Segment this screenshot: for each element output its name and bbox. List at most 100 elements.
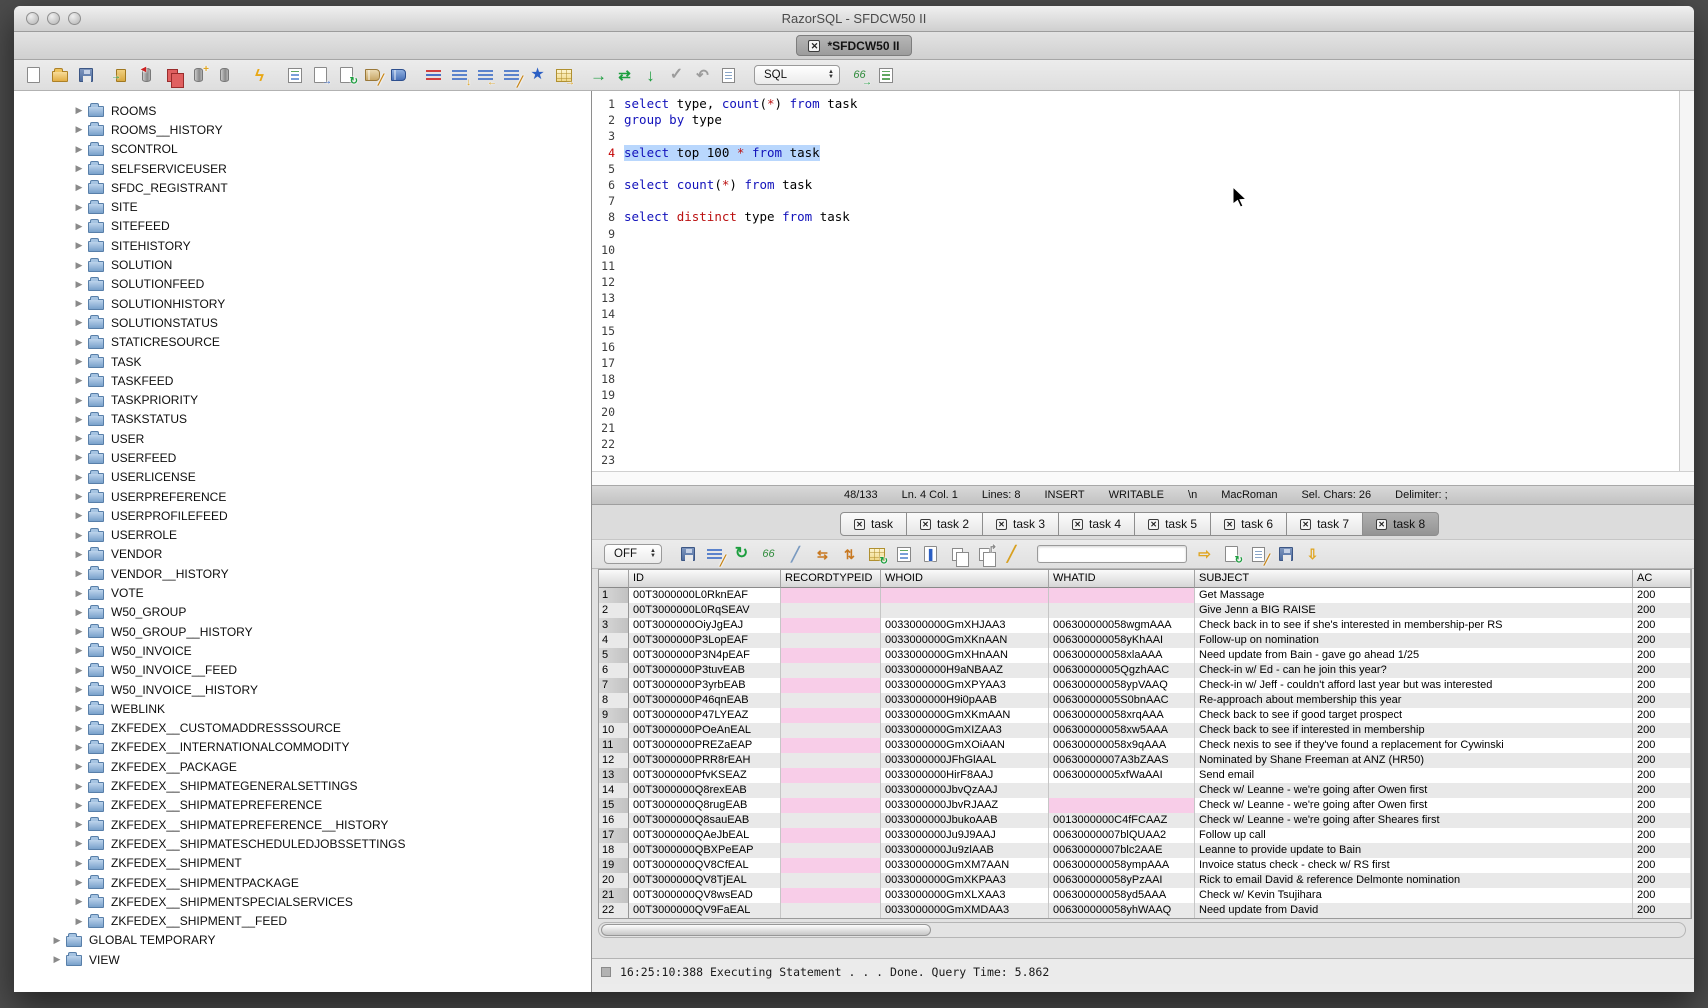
expand-triangle-icon[interactable]: ▶ <box>72 530 86 541</box>
data-cell[interactable] <box>881 603 1049 618</box>
tree-item-rooms[interactable]: ▶ROOMS <box>14 101 591 120</box>
data-cell[interactable] <box>781 723 881 738</box>
fetch-grid-icon[interactable]: ⇩ <box>1303 545 1322 564</box>
open-file-icon[interactable] <box>50 66 69 85</box>
tree-item-solutionstatus[interactable]: ▶SOLUTIONSTATUS <box>14 313 591 332</box>
data-cell[interactable]: 200 <box>1633 738 1691 753</box>
data-cell[interactable]: 0033000000GmXKPAA3 <box>881 873 1049 888</box>
expand-triangle-icon[interactable]: ▶ <box>72 703 86 714</box>
expand-triangle-icon[interactable]: ▶ <box>72 896 86 907</box>
tree-item-taskfeed[interactable]: ▶TASKFEED <box>14 371 591 390</box>
tree-item-zkfedex-shipment-feed[interactable]: ▶ZKFEDEX__SHIPMENT__FEED <box>14 911 591 930</box>
expand-triangle-icon[interactable]: ▶ <box>72 221 86 232</box>
data-cell[interactable]: 006300000058xrqAAA <box>1049 708 1195 723</box>
expand-triangle-icon[interactable]: ▶ <box>72 298 86 309</box>
data-cell[interactable]: 00T3000000Q8rugEAB <box>629 798 781 813</box>
column-header-id[interactable]: ID <box>629 570 781 588</box>
data-cell[interactable]: 00630000005QgzhAAC <box>1049 663 1195 678</box>
row-number-cell[interactable]: 3 <box>599 618 629 633</box>
sql-editor[interactable]: 1select type, count(*) from task2group b… <box>592 91 1694 471</box>
data-cell[interactable] <box>781 678 881 693</box>
row-number-cell[interactable]: 14 <box>599 783 629 798</box>
expand-triangle-icon[interactable]: ▶ <box>72 163 86 174</box>
data-cell[interactable]: Check w/ Kevin Tsujihara <box>1195 888 1633 903</box>
column-header-whoid[interactable]: WHOID <box>881 570 1049 588</box>
tree-item-view[interactable]: ▶VIEW <box>14 950 591 969</box>
tree-item-task[interactable]: ▶TASK <box>14 352 591 371</box>
editor-line[interactable]: 23 <box>596 452 1678 468</box>
data-cell[interactable] <box>781 663 881 678</box>
expand-triangle-icon[interactable]: ▶ <box>50 935 64 946</box>
reference-book-icon[interactable] <box>389 66 408 85</box>
save-file-icon[interactable] <box>76 66 95 85</box>
data-cell[interactable]: 0033000000Ju9J9AAJ <box>881 828 1049 843</box>
favorites-star-icon[interactable]: ★ <box>528 66 547 85</box>
tree-item-zkfedex-shipmatescheduledjobssettings[interactable]: ▶ZKFEDEX__SHIPMATESCHEDULEDJOBSSETTINGS <box>14 834 591 853</box>
options-list-icon[interactable] <box>285 66 304 85</box>
edit-data-icon[interactable]: ╱ <box>786 545 805 564</box>
data-cell[interactable]: 200 <box>1633 633 1691 648</box>
tree-item-solution[interactable]: ▶SOLUTION <box>14 255 591 274</box>
export-results-icon[interactable]: ↻ <box>1222 545 1241 564</box>
data-cell[interactable]: 00T3000000QV9FaEAL <box>629 903 781 918</box>
data-cell[interactable]: 00T3000000P3LopEAF <box>629 633 781 648</box>
table-row[interactable]: 500T3000000P3N4pEAF0033000000GmXHnAAN006… <box>599 648 1691 663</box>
row-number-cell[interactable]: 19 <box>599 858 629 873</box>
move-left-icon[interactable]: ← <box>476 66 495 85</box>
data-cell[interactable]: 00T3000000P3yrbEAB <box>629 678 781 693</box>
row-number-cell[interactable]: 15 <box>599 798 629 813</box>
data-cell[interactable] <box>781 813 881 828</box>
expand-triangle-icon[interactable]: ▶ <box>72 317 86 328</box>
data-cell[interactable]: 00T3000000QV8CfEAL <box>629 858 781 873</box>
move-down-icon[interactable]: ↓ <box>450 66 469 85</box>
data-cell[interactable]: 006300000058ympAAA <box>1049 858 1195 873</box>
tree-item-userfeed[interactable]: ▶USERFEED <box>14 448 591 467</box>
expand-triangle-icon[interactable]: ▶ <box>72 240 86 251</box>
table-row[interactable]: 1300T3000000PfvKSEAZ0033000000HirF8AAJ00… <box>599 768 1691 783</box>
editor-line[interactable]: 11 <box>596 258 1678 274</box>
data-cell[interactable]: 200 <box>1633 813 1691 828</box>
data-cell[interactable]: 200 <box>1633 888 1691 903</box>
data-cell[interactable]: 0033000000GmXM7AAN <box>881 858 1049 873</box>
data-cell[interactable]: Follow-up on nomination <box>1195 633 1633 648</box>
data-cell[interactable]: 00T3000000L0RqSEAV <box>629 603 781 618</box>
data-cell[interactable]: 0033000000GmXHJAA3 <box>881 618 1049 633</box>
data-cell[interactable]: Re-approach about membership this year <box>1195 693 1633 708</box>
expand-triangle-icon[interactable]: ▶ <box>72 472 86 483</box>
expand-triangle-icon[interactable]: ▶ <box>72 395 86 406</box>
tree-item-user[interactable]: ▶USER <box>14 429 591 448</box>
close-tab-icon[interactable]: ✕ <box>1148 519 1159 530</box>
tree-item-zkfedex-shipmatepreference-history[interactable]: ▶ZKFEDEX__SHIPMATEPREFERENCE__HISTORY <box>14 815 591 834</box>
data-cell[interactable]: 200 <box>1633 783 1691 798</box>
tree-item-w50-group[interactable]: ▶W50_GROUP <box>14 603 591 622</box>
data-cell[interactable] <box>1049 798 1195 813</box>
table-refresh-icon[interactable]: ↻ <box>867 545 886 564</box>
grid-horizontal-scrollbar[interactable] <box>598 922 1686 938</box>
row-number-cell[interactable]: 4 <box>599 633 629 648</box>
editor-line[interactable]: 8select distinct type from task <box>596 209 1678 225</box>
data-cell[interactable]: 200 <box>1633 588 1691 603</box>
data-cell[interactable]: 006300000058yd5AAA <box>1049 888 1195 903</box>
fetch-more-icon[interactable]: ↓ <box>641 66 660 85</box>
table-row[interactable]: 800T3000000P46qnEAB0033000000H9i0pAAB006… <box>599 693 1691 708</box>
tree-item-sitehistory[interactable]: ▶SITEHISTORY <box>14 236 591 255</box>
refresh-results-icon[interactable]: ↻ <box>732 545 751 564</box>
data-cell[interactable] <box>781 693 881 708</box>
refresh-pages-icon[interactable]: ↻ <box>337 66 356 85</box>
grid-scrollbar-thumb[interactable] <box>601 924 931 936</box>
row-list-icon[interactable] <box>876 66 895 85</box>
expand-triangle-icon[interactable]: ▶ <box>72 800 86 811</box>
tree-item-zkfedex-customaddresssource[interactable]: ▶ZKFEDEX__CUSTOMADDRESSSOURCE <box>14 719 591 738</box>
table-row[interactable]: 1700T3000000QAeJbEAL0033000000Ju9J9AAJ00… <box>599 828 1691 843</box>
expand-triangle-icon[interactable]: ▶ <box>72 588 86 599</box>
expand-triangle-icon[interactable]: ▶ <box>72 375 86 386</box>
result-tab-task-5[interactable]: ✕task 5 <box>1135 512 1211 536</box>
tree-item-userprofilefeed[interactable]: ▶USERPROFILEFEED <box>14 506 591 525</box>
data-cell[interactable]: 200 <box>1633 648 1691 663</box>
row-number-cell[interactable]: 20 <box>599 873 629 888</box>
expand-triangle-icon[interactable]: ▶ <box>72 491 86 502</box>
tree-item-w50-invoice-feed[interactable]: ▶W50_INVOICE__FEED <box>14 661 591 680</box>
data-cell[interactable]: 006300000058xw5AAA <box>1049 723 1195 738</box>
expand-triangle-icon[interactable]: ▶ <box>72 858 86 869</box>
goto-row-icon[interactable]: ⇆ <box>813 545 832 564</box>
